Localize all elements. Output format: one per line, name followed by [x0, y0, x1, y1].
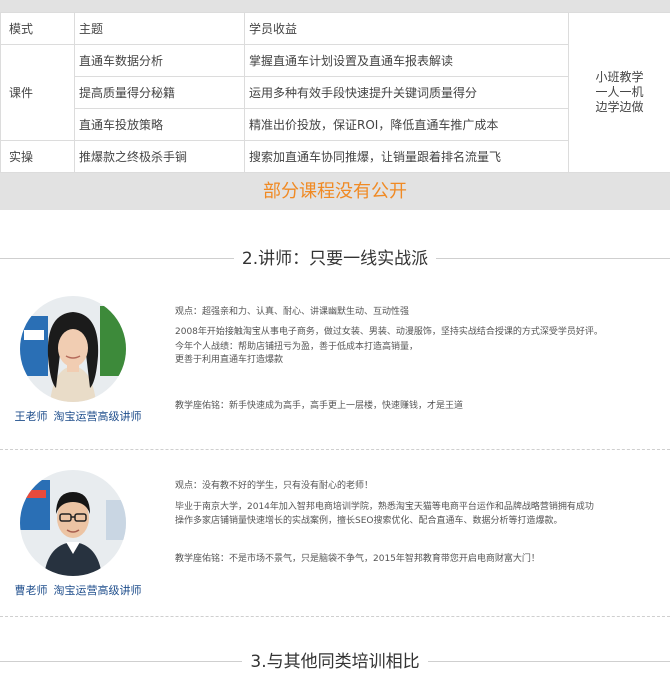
header-mode: 模式: [0, 12, 75, 45]
header-topic: 主题: [74, 12, 245, 45]
row-topic: 直通车投放策略: [74, 108, 245, 141]
row-topic: 推爆款之终极杀手锏: [74, 140, 245, 173]
side-note-line: 边学边做: [595, 100, 644, 114]
row-benefit: 精准出价投放，保证ROI，降低直通车推广成本: [244, 108, 569, 141]
row-benefit: 掌握直通车计划设置及直通车报表解读: [244, 44, 569, 77]
row-topic: 提高质量得分秘籍: [74, 76, 245, 109]
teacher-name: 王老师: [14, 410, 48, 423]
course-table: 模式 主题 学员收益 小班教学 一人一机 边学边做 课件 直通车数据分析 掌握直…: [0, 12, 670, 173]
teacher-motto: 教学座佑铭：不是市场不景气，只是脑袋不争气，2015年智邦教育带您开启电商财富大…: [175, 554, 540, 564]
avatar: [20, 470, 126, 576]
teacher-card: 王老师 淘宝运营高级讲师 观点：超强亲和力、认真、耐心、讲课幽默生动、互动性强 2…: [0, 292, 670, 442]
teacher-name-line: 王老师 淘宝运营高级讲师: [0, 408, 162, 424]
section-3-title: 3.与其他同类培训相比: [242, 652, 428, 672]
side-note-line: 小班教学: [595, 70, 644, 84]
teacher-name: 曹老师: [14, 584, 48, 597]
section-2-heading: 2.讲师：只要一线实战派: [0, 247, 670, 271]
dashed-divider: [0, 616, 670, 617]
dashed-divider: [0, 449, 670, 450]
teacher-card: 曹老师 淘宝运营高级讲师 观点：没有教不好的学生，只有没有耐心的老师！ 毕业于南京…: [0, 468, 670, 608]
teacher-title: 淘宝运营高级讲师: [53, 584, 142, 597]
teacher-bio-line: 今年个人战绩：帮助店铺扭亏为盈，善于低成本打造高销量，: [175, 342, 419, 352]
row-benefit: 运用多种有效手段快速提升关键词质量得分: [244, 76, 569, 109]
row-mode: 课件: [0, 44, 75, 141]
section-2-title: 2.讲师：只要一线实战派: [233, 249, 437, 269]
avatar: [20, 296, 126, 402]
teacher-name-line: 曹老师 淘宝运营高级讲师: [0, 582, 162, 598]
teacher-bio-line: 更善于利用直通车打造爆款: [175, 355, 284, 365]
teacher-photo-icon: [20, 470, 126, 576]
row-benefit: 搜索加直通车协同推爆，让销量跟着排名流量飞: [244, 140, 569, 173]
teacher-viewpoint: 观点：没有教不好的学生，只有没有耐心的老师！: [175, 481, 374, 491]
side-note-cell: 小班教学 一人一机 边学边做: [568, 12, 670, 173]
row-topic: 直通车数据分析: [74, 44, 245, 77]
table-header-row: 模式 主题 学员收益 小班教学 一人一机 边学边做: [0, 12, 670, 173]
courses-not-public-banner: 部分课程没有公开: [0, 173, 670, 210]
section-3-heading: 3.与其他同类培训相比: [0, 650, 670, 674]
teacher-bio-line: 操作多家店铺销量快速增长的实战案例，擅长SEO搜索优化、配合直通车、数据分析等打…: [175, 516, 563, 526]
header-benefit: 学员收益: [244, 12, 569, 45]
teacher-photo-icon: [20, 296, 126, 402]
teacher-bio-line: 毕业于南京大学，2014年加入智邦电商培训学院，熟悉淘宝天猫等电商平台运作和品牌…: [175, 502, 594, 512]
teacher-viewpoint: 观点：超强亲和力、认真、耐心、讲课幽默生动、互动性强: [175, 307, 410, 317]
teacher-motto: 教学座佑铭：新手快速成为高手，高手更上一层楼，快速赚钱，才是王道: [175, 401, 464, 411]
row-mode: 实操: [0, 140, 75, 173]
teacher-bio-line: 2008年开始接触淘宝从事电子商务，做过女装、男装、动漫服饰，坚持实战结合授课的…: [175, 327, 603, 337]
side-note-line: 一人一机: [595, 85, 644, 99]
top-heading-strip: [0, 0, 670, 12]
teacher-title: 淘宝运营高级讲师: [53, 410, 142, 423]
